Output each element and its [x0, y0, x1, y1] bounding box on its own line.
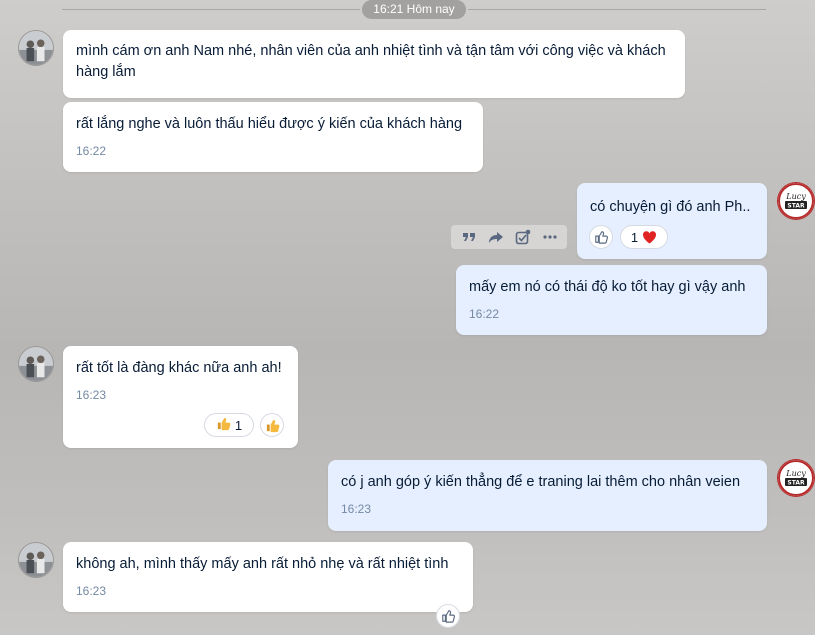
message-bubble-incoming[interactable]: rất lắng nghe và luôn thấu hiểu được ý k… [63, 102, 483, 172]
message-text: có j anh góp ý kiến thẳng để e traning l… [341, 474, 741, 490]
heart-icon [643, 231, 657, 244]
reaction-summary[interactable]: 1 [620, 225, 668, 249]
message-time: 16:23 [341, 502, 372, 516]
date-divider-line-left [62, 9, 360, 10]
message-time: 16:23 [76, 584, 107, 598]
message-text: rất tốt là đàng khác nữa anh ah! [76, 360, 282, 376]
contact-avatar[interactable] [18, 30, 54, 66]
like-button[interactable] [589, 225, 613, 249]
thumbs-up-emoji-icon [216, 416, 231, 434]
message-bubble-outgoing[interactable]: mấy em nó có thái độ ko tốt hay gì vậy a… [456, 265, 767, 335]
message-action-toolbar [451, 225, 567, 249]
message-time: 16:22 [469, 307, 500, 321]
message-text: mấy em nó có thái độ ko tốt hay gì vậy a… [469, 279, 746, 295]
message-bubble-incoming[interactable]: không ah, mình thấy mấy anh rất nhỏ nhẹ … [63, 542, 473, 612]
reaction-summary[interactable]: 1 [204, 413, 254, 437]
brand-logo-text: STAR [787, 480, 805, 487]
reaction-count: 1 [234, 417, 243, 433]
like-icon [595, 231, 608, 244]
contact-avatar[interactable] [18, 542, 54, 578]
like-icon [442, 610, 455, 623]
message-time: 16:23 [76, 388, 107, 402]
message-text: mình cám ơn anh Nam nhé, nhân viên của a… [76, 43, 666, 80]
message-text: có chuyện gì đó anh Ph.. [590, 199, 751, 215]
date-divider-line-right [468, 9, 766, 10]
thumbs-up-emoji-icon [266, 419, 279, 432]
message-bubble-outgoing[interactable]: có j anh góp ý kiến thẳng để e traning l… [328, 460, 767, 531]
like-button[interactable] [260, 413, 284, 437]
message-text: không ah, mình thấy mấy anh rất nhỏ nhẹ … [76, 556, 449, 572]
share-icon[interactable] [486, 227, 506, 247]
contact-avatar[interactable] [18, 346, 54, 382]
more-icon[interactable] [540, 227, 560, 247]
brand-logo-text: STAR [787, 203, 805, 210]
date-divider: 16:21 Hôm nay [362, 0, 466, 19]
message-time: 16:22 [76, 144, 107, 158]
reaction-count: 1 [630, 229, 639, 245]
quote-icon[interactable] [459, 227, 479, 247]
brand-logo-text: Lucy [785, 469, 806, 478]
brand-avatar[interactable]: Lucy STAR [778, 183, 814, 219]
brand-logo-text: Lucy [785, 192, 806, 201]
message-text: rất lắng nghe và luôn thấu hiểu được ý k… [76, 116, 463, 132]
like-button[interactable] [436, 604, 460, 628]
message-bubble-incoming[interactable]: mình cám ơn anh Nam nhé, nhân viên của a… [63, 30, 685, 98]
brand-avatar[interactable]: Lucy STAR [778, 460, 814, 496]
select-icon[interactable] [513, 227, 533, 247]
